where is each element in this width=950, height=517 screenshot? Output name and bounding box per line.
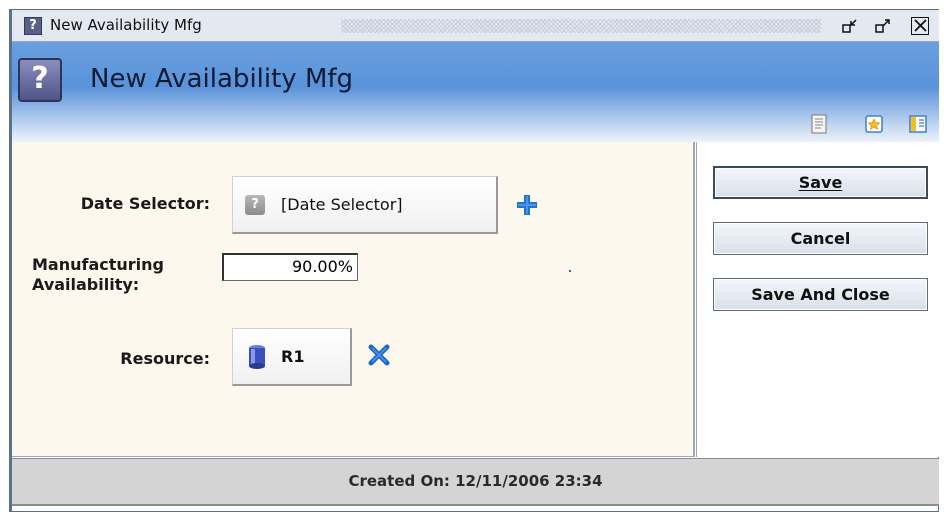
star-icon[interactable] <box>865 114 883 134</box>
question-icon: ? <box>24 17 42 35</box>
resource-cylinder-icon <box>247 343 267 371</box>
created-on-text: Created On: 12/11/2006 23:34 <box>348 472 603 490</box>
document-icon[interactable] <box>811 114 829 134</box>
title-bar[interactable]: ? New Availability Mfg <box>12 10 939 42</box>
add-icon[interactable] <box>515 193 539 217</box>
label-line: Availability: <box>32 275 140 294</box>
close-icon[interactable] <box>911 17 929 35</box>
minimize-icon[interactable] <box>841 17 859 35</box>
save-and-close-button[interactable]: Save And Close <box>713 278 928 311</box>
title-bar-grip[interactable] <box>341 19 821 33</box>
date-selector-value: [Date Selector] <box>281 195 403 214</box>
question-icon: ? <box>245 195 265 215</box>
date-selector-button[interactable]: ? [Date Selector] <box>232 176 498 234</box>
maximize-icon[interactable] <box>874 17 892 35</box>
question-icon: ? <box>18 58 62 102</box>
cancel-button[interactable]: Cancel <box>713 222 928 255</box>
manufacturing-availability-label: Manufacturing Availability: <box>32 255 220 295</box>
save-button[interactable]: Save <box>713 166 928 199</box>
page-title: New Availability Mfg <box>90 64 354 94</box>
label-line: Manufacturing <box>32 255 164 274</box>
panel-icon[interactable] <box>909 114 927 134</box>
save-button-label: Save <box>798 173 843 192</box>
save-and-close-button-label: Save And Close <box>751 285 890 304</box>
resource-label: Resource: <box>120 349 210 368</box>
manufacturing-availability-input[interactable]: 90.00% <box>222 253 358 281</box>
resource-value: R1 <box>281 347 305 366</box>
window-title: New Availability Mfg <box>50 16 202 34</box>
date-selector-label: Date Selector: <box>80 194 210 213</box>
cancel-button-label: Cancel <box>790 229 851 248</box>
dialog-window: ? New Availability Mfg ? New Availabilit… <box>9 9 939 512</box>
status-bar: Created On: 12/11/2006 23:34 <box>12 458 939 506</box>
header-banner: ? New Availability Mfg <box>12 42 939 142</box>
remove-icon[interactable] <box>368 344 390 366</box>
cursor-dot <box>569 270 571 272</box>
resource-button[interactable]: R1 <box>232 328 352 386</box>
